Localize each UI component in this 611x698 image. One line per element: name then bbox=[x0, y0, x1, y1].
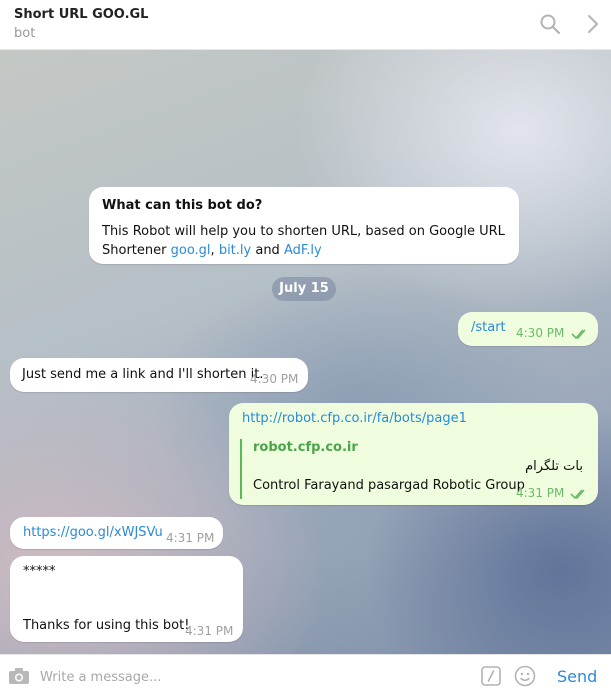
message-time: 4:30 PM bbox=[250, 372, 299, 386]
message-text: Just send me a link and I'll shorten it. bbox=[22, 367, 264, 382]
bot-info-card: What can this bot do? This Robot will he… bbox=[89, 187, 519, 264]
message-time: 4:31 PM bbox=[516, 486, 565, 500]
preview-description: Control Farayand pasargad Robotic Group bbox=[253, 478, 525, 493]
chevron-right-icon[interactable] bbox=[581, 12, 605, 36]
emoji-icon[interactable] bbox=[514, 665, 536, 687]
read-ticks-icon bbox=[571, 329, 586, 340]
chat-history[interactable]: What can this bot do? This Robot will he… bbox=[0, 50, 611, 654]
bot-info-heading: What can this bot do? bbox=[102, 198, 263, 213]
search-icon[interactable] bbox=[538, 12, 562, 36]
message-time: 4:30 PM bbox=[516, 326, 565, 340]
message-time: 4:31 PM bbox=[166, 531, 215, 545]
message-in[interactable]: ***** Thanks for using this bot! 4:31 PM bbox=[10, 556, 243, 642]
read-ticks-icon bbox=[570, 489, 585, 500]
message-time: 4:31 PM bbox=[185, 624, 234, 638]
link-bit-ly[interactable]: bit.ly bbox=[219, 243, 251, 258]
chat-header: Short URL GOO.GL bot bbox=[0, 0, 611, 50]
message-input-bar: Send bbox=[0, 654, 611, 698]
camera-icon[interactable] bbox=[8, 666, 30, 686]
bot-command-link[interactable]: /start bbox=[471, 320, 506, 335]
message-text: ***** bbox=[23, 564, 56, 579]
message-input[interactable] bbox=[38, 663, 462, 691]
message-out[interactable]: /start 4:30 PM bbox=[458, 312, 598, 346]
message-link[interactable]: http://robot.cfp.co.ir/fa/bots/page1 bbox=[242, 411, 467, 426]
message-text: Thanks for using this bot! bbox=[23, 618, 190, 633]
message-in[interactable]: Just send me a link and I'll shorten it.… bbox=[10, 358, 308, 392]
short-url-link[interactable]: https://goo.gl/xWJSVu bbox=[23, 525, 163, 540]
bot-info-body: This Robot will help you to shorten URL,… bbox=[102, 224, 505, 258]
link-adf-ly[interactable]: AdF.ly bbox=[284, 243, 322, 258]
commands-icon[interactable] bbox=[481, 666, 501, 686]
preview-site-name: robot.cfp.co.ir bbox=[253, 440, 358, 455]
message-in[interactable]: https://goo.gl/xWJSVu 4:31 PM bbox=[10, 517, 223, 549]
message-out-link-preview[interactable]: http://robot.cfp.co.ir/fa/bots/page1 rob… bbox=[229, 403, 598, 505]
preview-title: بات تلگرام bbox=[525, 459, 583, 474]
link-goo-gl[interactable]: goo.gl bbox=[171, 243, 211, 258]
chat-title[interactable]: Short URL GOO.GL bbox=[14, 7, 148, 22]
chat-subtitle: bot bbox=[14, 26, 36, 41]
date-separator: July 15 bbox=[272, 277, 336, 301]
send-button[interactable]: Send bbox=[557, 667, 597, 686]
